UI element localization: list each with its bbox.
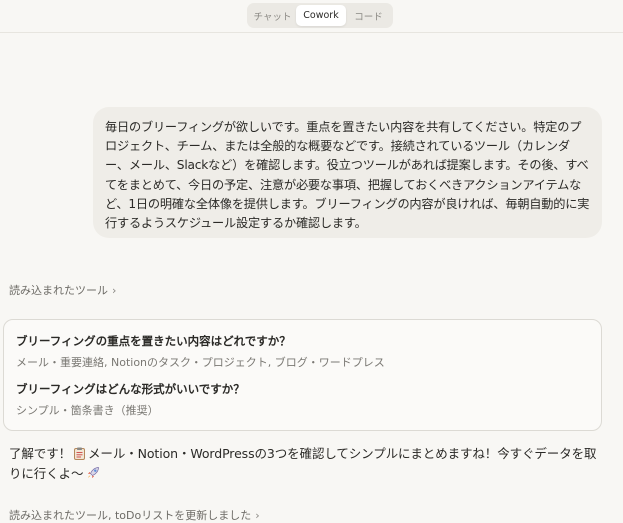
question-answer: シンプル・箇条書き（推奨） — [16, 404, 159, 417]
mode-tabs: チャット Cowork コード — [247, 3, 393, 28]
rocket-icon — [88, 467, 100, 478]
tools-loaded-todo-toggle[interactable]: 読み込まれたツール, toDoリストを更新しました › — [9, 507, 260, 523]
tools-loaded-label: 読み込まれたツール — [9, 284, 108, 297]
top-bar: チャット Cowork コード — [0, 0, 623, 33]
assistant-message: 了解です！ メール・Notion・WordPressの3つを確認してシンプルにま… — [9, 444, 599, 484]
user-message-bubble: 毎日のブリーフィングが欲しいです。重点を置きたい内容を共有してください。特定のプ… — [93, 107, 602, 238]
tab-cowork[interactable]: Cowork — [296, 5, 346, 26]
clipboard-icon — [74, 447, 86, 460]
question-title: ブリーフィングはどんな形式がいいですか？ — [16, 382, 245, 396]
assistant-message-intro: 了解です！ — [9, 446, 72, 461]
chevron-right-icon: › — [255, 508, 260, 522]
tab-code[interactable]: コード — [346, 5, 391, 26]
tab-chat[interactable]: チャット — [249, 5, 296, 26]
tools-loaded-label: 読み込まれたツール, toDoリストを更新しました — [9, 509, 252, 522]
questions-card: ブリーフィングの重点を置きたい内容はどれですか？ メール・重要連絡, Notio… — [3, 319, 602, 431]
question-title: ブリーフィングの重点を置きたい内容はどれですか？ — [16, 334, 291, 348]
tools-loaded-toggle[interactable]: 読み込まれたツール › — [9, 282, 116, 298]
chevron-right-icon: › — [112, 283, 117, 297]
question-answer: メール・重要連絡, Notionのタスク・プロジェクト, ブログ・ワードプレス — [16, 356, 385, 369]
